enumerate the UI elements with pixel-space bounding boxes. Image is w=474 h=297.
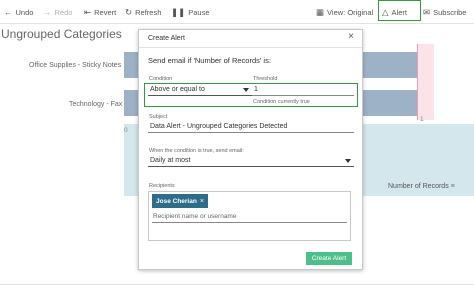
view-label: View: Original [327,7,374,17]
redo-arrow-icon: → [43,6,52,17]
subject-label: Subject [149,114,168,120]
row-label: Technology - Fax [69,101,123,108]
condition-highlight [144,83,358,107]
dialog-title: Create Alert [148,35,185,42]
row-label: Office Supplies - Sticky Notes [29,62,122,69]
revert-button[interactable]: ⇤ Revert [84,0,116,24]
axis-title: Number of Records ≡ [388,183,455,190]
pause-button[interactable]: ❚❚ Pause [171,0,210,24]
alert-highlight [378,0,421,21]
pause-label: Pause [188,7,210,17]
undo-arrow-icon: ← [4,6,13,17]
frequency-select[interactable]: Daily at most [148,155,354,167]
sheet-title: Ungrouped Categories [1,27,122,41]
redo-button[interactable]: → Redo [43,0,72,24]
dialog-header: Create Alert × [139,30,362,48]
chevron-down-icon [345,159,351,163]
refresh-label: Refresh [135,7,162,17]
axis-title-label: Number of Records [388,183,449,190]
subscribe-button[interactable]: ✉ Subscribe [423,0,466,24]
subscribe-label: Subscribe [433,7,467,17]
close-icon[interactable]: × [348,32,354,42]
alert-heading: Send email if 'Number of Records' is: [148,56,271,65]
recipients-box[interactable]: Jose Cherian × [148,191,351,241]
condition-label: Condition [149,76,173,82]
threshold-label: Threshold [253,76,278,82]
reference-band [417,44,434,120]
view-icon: ▦ [316,6,325,17]
axis-tick: 0 [124,127,128,134]
close-icon[interactable]: × [200,198,204,205]
undo-label: Undo [15,7,34,17]
recipient-chip[interactable]: Jose Cherian × [152,194,208,208]
refresh-button[interactable]: ↻ Refresh [125,0,161,24]
subject-field[interactable]: Data Alert - Ungrouped Categories Detect… [148,121,354,133]
subject-value: Data Alert - Ungrouped Categories Detect… [150,123,288,130]
frequency-value: Daily at most [150,157,191,164]
recipients-label: Recipients [149,183,175,189]
revert-icon: ⇤ [84,6,92,17]
refresh-icon: ↻ [125,6,133,17]
recipient-input[interactable] [152,211,347,223]
frequency-label: When the condition is true, send email: [149,148,244,154]
view-button[interactable]: ▦ View: Original [316,0,373,24]
redo-label: Redo [54,7,73,17]
axis-tick: 1 [420,116,424,123]
revert-label: Revert [94,7,117,17]
recipient-chip-label: Jose Cherian [156,197,197,205]
pause-icon: ❚❚ [171,6,186,17]
sort-icon[interactable]: ≡ [451,183,455,190]
create-alert-button[interactable]: Create Alert [306,252,352,265]
email-icon: ✉ [423,6,431,17]
undo-button[interactable]: ← Undo [4,0,33,24]
status-divider [0,284,474,285]
